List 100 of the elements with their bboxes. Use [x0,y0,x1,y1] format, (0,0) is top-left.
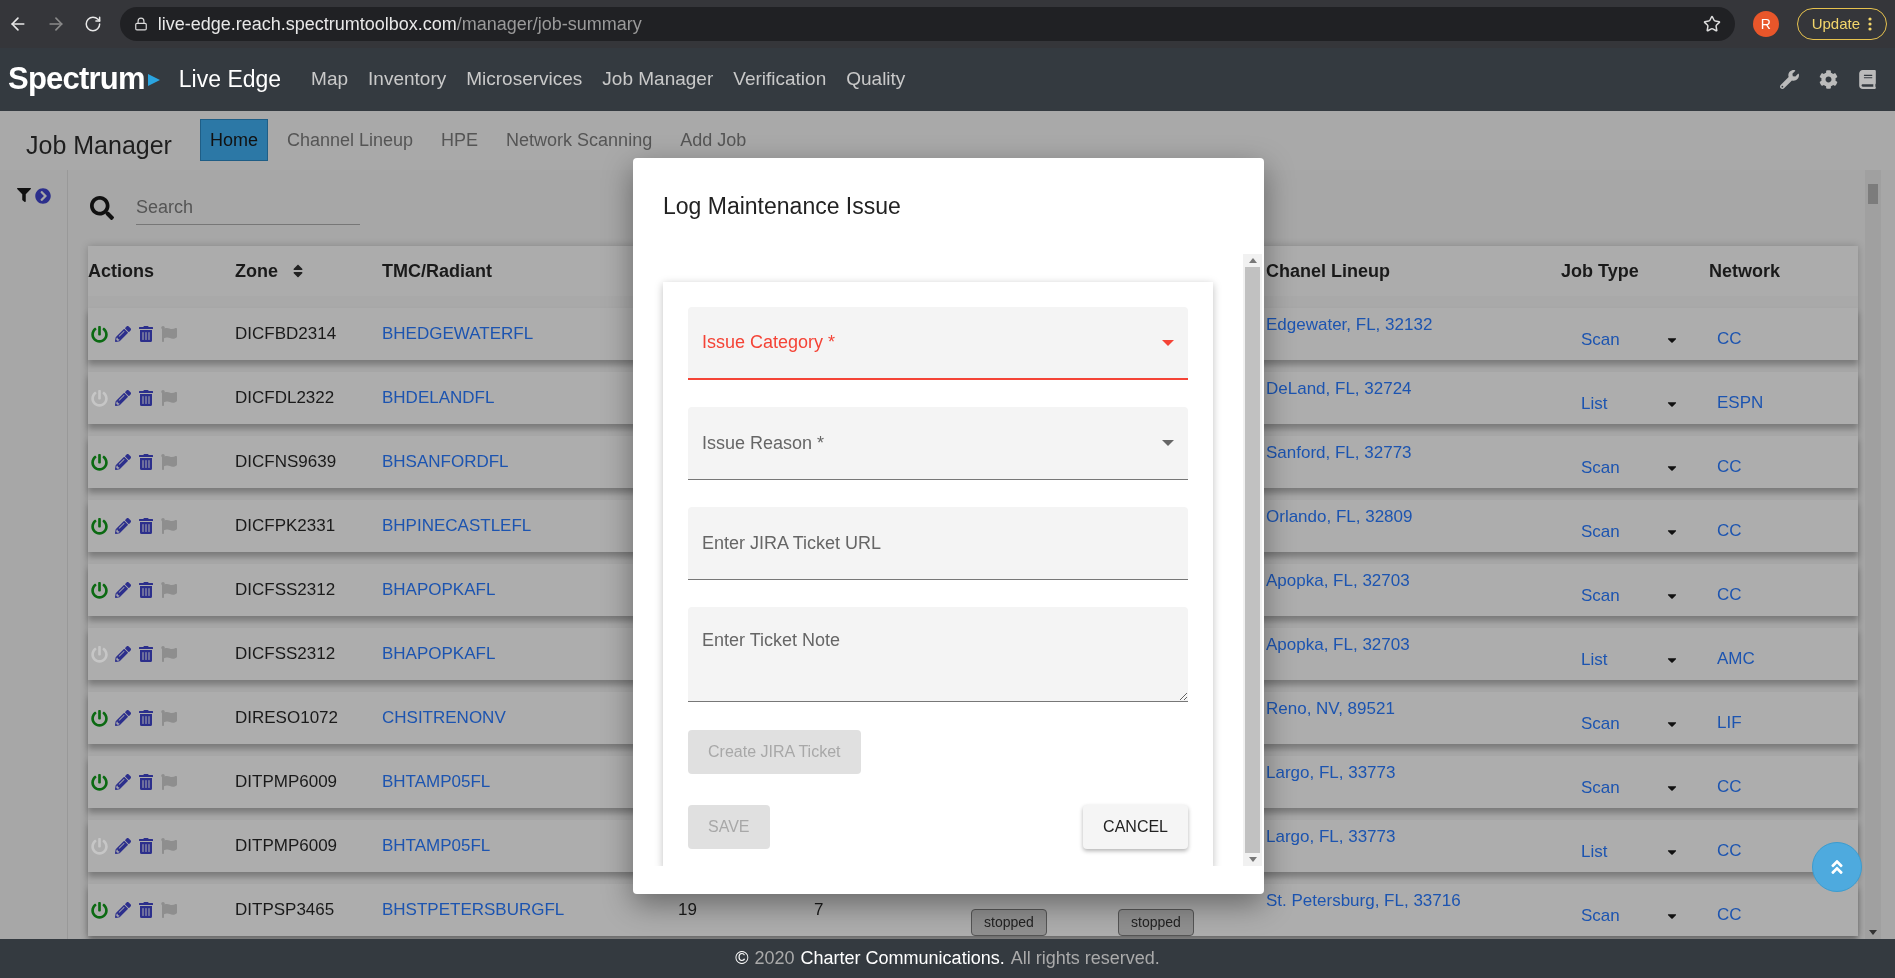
lineup-link[interactable]: Apopka, FL, 32703 [1266,571,1410,590]
pencil-icon[interactable] [115,582,131,598]
trash-icon[interactable] [138,582,154,598]
job-type-select[interactable]: List [1581,839,1679,865]
input-field[interactable]: Enter JIRA Ticket URL [688,507,1188,580]
network-link[interactable]: CC [1717,774,1742,800]
nav-link[interactable]: Microservices [466,65,583,94]
trash-icon[interactable] [138,518,154,534]
reload-icon[interactable] [83,15,102,33]
star-icon[interactable] [1702,15,1721,33]
nav-link[interactable]: Inventory [368,65,447,94]
lineup-link[interactable]: Largo, FL, 33773 [1266,763,1396,782]
settings-icon[interactable] [1819,70,1838,89]
tmc-link[interactable]: BHEDGEWATERFL [382,321,534,347]
search-field[interactable]: Search [136,191,360,225]
scroll-down-arrow-icon[interactable] [1248,857,1257,862]
network-link[interactable]: CC [1717,518,1742,544]
trash-icon[interactable] [138,390,154,406]
pencil-icon[interactable] [115,454,131,470]
network-link[interactable]: ESPN [1717,390,1764,416]
network-link[interactable]: CC [1717,326,1742,352]
trash-icon[interactable] [138,710,154,726]
job-type-select[interactable]: List [1581,391,1679,417]
network-link[interactable]: CC [1717,902,1742,928]
tmc-link[interactable]: BHTAMP05FL [382,833,491,859]
select-field[interactable]: Issue Category * [688,307,1188,380]
lineup-link[interactable]: Apopka, FL, 32703 [1266,635,1410,654]
brand-logo[interactable]: Spectrum [8,56,161,103]
job-type-select[interactable]: Scan [1581,327,1679,353]
tmc-link[interactable]: BHPINECASTLEFL [382,513,532,539]
lineup-link[interactable]: DeLand, FL, 32724 [1266,379,1412,398]
select-field[interactable]: Issue Reason * [688,407,1188,480]
job-type-select[interactable]: Scan [1581,711,1679,737]
address-bar[interactable]: live-edge.reach.spectrumtoolbox.com/manager/job-summary [119,7,1735,41]
lineup-link[interactable]: Reno, NV, 89521 [1266,699,1395,718]
power-icon[interactable] [91,453,108,471]
trash-icon[interactable] [138,774,154,790]
pencil-icon[interactable] [115,518,131,534]
tmc-link[interactable]: BHTAMP05FL [382,769,491,795]
power-icon[interactable] [91,901,108,919]
power-icon[interactable] [91,325,108,343]
pencil-icon[interactable] [115,774,131,790]
power-icon[interactable] [91,709,108,727]
network-link[interactable]: AMC [1717,646,1755,672]
page-scrollbar[interactable] [1865,170,1881,939]
network-link[interactable]: LIF [1717,710,1742,736]
expand-icon[interactable] [34,188,51,204]
nav-tab[interactable]: Network Scanning [497,119,662,161]
nav-link[interactable]: Job Manager [602,65,714,94]
profile-avatar[interactable]: R [1752,11,1779,37]
trash-icon[interactable] [138,646,154,662]
trash-icon[interactable] [138,838,154,854]
power-icon[interactable] [91,581,108,599]
scroll-down-arrow-icon[interactable] [1869,930,1877,935]
textarea-field[interactable]: Enter Ticket Note [688,607,1188,702]
tmc-link[interactable]: BHSANFORDFL [382,449,509,475]
cancel-button[interactable]: CANCEL [1083,805,1188,849]
lineup-link[interactable]: Edgewater, FL, 32132 [1266,315,1433,334]
nav-link[interactable]: Map [311,65,349,94]
nav-tab[interactable]: Add Job [671,119,756,161]
job-type-select[interactable]: Scan [1581,519,1679,545]
lineup-link[interactable]: Largo, FL, 33773 [1266,827,1396,846]
tmc-link[interactable]: BHAPOPKAFL [382,641,496,667]
modal-scrollbar[interactable] [1243,254,1262,866]
pencil-icon[interactable] [115,390,131,406]
pencil-icon[interactable] [115,710,131,726]
nav-tab[interactable]: Home [199,119,268,161]
job-type-select[interactable]: Scan [1581,775,1679,801]
nav-link[interactable]: Quality [846,65,906,94]
network-link[interactable]: CC [1717,582,1742,608]
tmc-link[interactable]: BHSTPETERSBURGFL [382,897,565,923]
nav-tab[interactable]: Channel Lineup [277,119,423,161]
scrollbar-thumb[interactable] [1245,267,1260,853]
pencil-icon[interactable] [115,326,131,342]
network-link[interactable]: CC [1717,838,1742,864]
scrollbar-thumb[interactable] [1868,184,1878,204]
tmc-link[interactable]: BHDELANDFL [382,385,495,411]
wrench-icon[interactable] [1780,70,1799,89]
lineup-link[interactable]: Sanford, FL, 32773 [1266,443,1412,462]
tmc-link[interactable]: BHAPOPKAFL [382,577,496,603]
pencil-icon[interactable] [115,646,131,662]
network-link[interactable]: CC [1717,454,1742,480]
lineup-link[interactable]: St. Petersburg, FL, 33716 [1266,891,1461,910]
power-icon[interactable] [91,517,108,535]
job-type-select[interactable]: List [1581,647,1679,673]
power-icon[interactable] [91,773,108,791]
book-icon[interactable] [1858,70,1877,89]
nav-link[interactable]: Verification [733,65,827,94]
nav-tab[interactable]: HPE [432,119,488,161]
trash-icon[interactable] [138,454,154,470]
trash-icon[interactable] [138,326,154,342]
scroll-up-arrow-icon[interactable] [1248,258,1257,263]
job-type-select[interactable]: Scan [1581,903,1679,929]
column-header[interactable]: Zone [235,257,306,285]
filter-icon[interactable] [16,188,31,202]
trash-icon[interactable] [138,902,154,918]
lineup-link[interactable]: Orlando, FL, 32809 [1266,507,1413,526]
tmc-link[interactable]: CHSITRENONV [382,705,506,731]
job-type-select[interactable]: Scan [1581,583,1679,609]
job-type-select[interactable]: Scan [1581,455,1679,481]
